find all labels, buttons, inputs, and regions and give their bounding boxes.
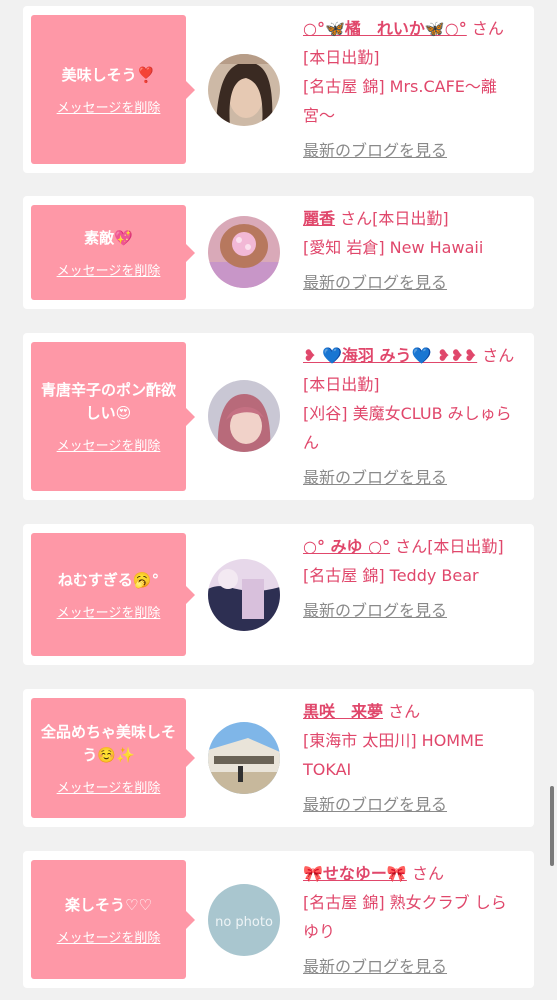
- message-card: 青唐辛子のポン酢欲しい😍 メッセージを削除 ❥ 💙海羽 みう💙 ❥❥❥ さん [本…: [23, 333, 534, 500]
- message-text: ねむすぎる🥱°: [57, 570, 160, 589]
- profile-info: 麗香 さん[本日出勤] [愛知 岩倉] New Hawaii 最新のブログを見る: [303, 204, 521, 297]
- honorific: さん: [471, 19, 504, 38]
- scrollbar[interactable]: [550, 786, 554, 866]
- message-text: 美味しそう❣️: [61, 65, 156, 84]
- latest-blog-link[interactable]: 最新のブログを見る: [303, 136, 447, 165]
- honorific: さん: [388, 702, 421, 721]
- honorific: さん: [411, 864, 444, 883]
- profile-info: 黒咲 来夢 さん [東海市 太田川] HOMME TOKAI 最新のブログを見る: [303, 697, 521, 819]
- message-bubble: 全品めちゃ美味しそう☺️✨ メッセージを削除: [31, 698, 195, 818]
- status-text: [本日出勤]: [372, 209, 449, 228]
- message-card: 楽しそう♡♡ メッセージを削除 no photo 🎀せなゆー🎀 さん [名古屋 …: [23, 851, 534, 988]
- message-text: 全品めちゃ美味しそう☺️✨: [40, 722, 176, 764]
- latest-blog-link[interactable]: 最新のブログを見る: [303, 463, 447, 492]
- message-text: 青唐辛子のポン酢欲しい😍: [40, 381, 176, 422]
- message-text: 素敵💖: [84, 228, 133, 247]
- message-bubble: 美味しそう❣️ メッセージを削除: [31, 15, 195, 164]
- location-text: [愛知 岩倉] New Hawaii: [303, 238, 484, 257]
- profile-info: ○° みゆ ○° さん[本日出勤] [名古屋 錦] Teddy Bear 最新の…: [303, 532, 521, 625]
- location-text: [刈谷] 美魔女CLUB みしゅらん: [303, 404, 512, 452]
- location-text: [東海市 太田川] HOMME TOKAI: [303, 731, 485, 779]
- message-card: 素敵💖 メッセージを削除 麗香 さん[本日出勤] [愛知 岩倉] New Haw…: [23, 196, 534, 309]
- delete-message-link[interactable]: メッセージを削除: [57, 260, 161, 279]
- avatar[interactable]: no photo: [208, 884, 280, 956]
- message-bubble: 楽しそう♡♡ メッセージを削除: [31, 860, 195, 979]
- delete-message-link[interactable]: メッセージを削除: [57, 927, 161, 946]
- delete-message-link[interactable]: メッセージを削除: [57, 602, 161, 621]
- honorific: さん: [482, 346, 515, 365]
- location-text: [名古屋 錦] 熟女クラブ しらゆり: [303, 893, 507, 941]
- message-bubble: ねむすぎる🥱° メッセージを削除: [31, 533, 195, 656]
- avatar[interactable]: [208, 54, 280, 126]
- profile-name-link[interactable]: ○° みゆ ○°: [303, 537, 390, 556]
- honorific: さん: [395, 537, 428, 556]
- message-text: 楽しそう♡♡: [65, 895, 152, 914]
- profile-name-link[interactable]: 麗香: [303, 209, 335, 228]
- profile-info: ○°🦋橘 れいか🦋○° さん [本日出勤] [名古屋 錦] Mrs.CAFE〜離宮…: [303, 14, 521, 165]
- profile-info: 🎀せなゆー🎀 さん [名古屋 錦] 熟女クラブ しらゆり 最新のブログを見る: [303, 859, 521, 981]
- profile-name-link[interactable]: ❥ 💙海羽 みう💙 ❥❥❥: [303, 346, 477, 365]
- avatar[interactable]: [208, 559, 280, 631]
- delete-message-link[interactable]: メッセージを削除: [57, 777, 161, 796]
- latest-blog-link[interactable]: 最新のブログを見る: [303, 268, 447, 297]
- latest-blog-link[interactable]: 最新のブログを見る: [303, 952, 447, 981]
- message-bubble: 素敵💖 メッセージを削除: [31, 205, 195, 300]
- status-text: [本日出勤]: [303, 375, 380, 394]
- no-photo-text: no photo: [215, 915, 273, 930]
- message-card: 全品めちゃ美味しそう☺️✨ メッセージを削除 黒咲 来夢 さん [東海市 太田川…: [23, 689, 534, 827]
- avatar[interactable]: [208, 722, 280, 794]
- avatar[interactable]: [208, 216, 280, 288]
- latest-blog-link[interactable]: 最新のブログを見る: [303, 790, 447, 819]
- profile-name-link[interactable]: ○°🦋橘 れいか🦋○°: [303, 19, 467, 38]
- honorific: さん: [340, 209, 373, 228]
- location-text: [名古屋 錦] Mrs.CAFE〜離宮〜: [303, 77, 497, 125]
- latest-blog-link[interactable]: 最新のブログを見る: [303, 596, 447, 625]
- status-text: [本日出勤]: [303, 48, 380, 67]
- location-text: [名古屋 錦] Teddy Bear: [303, 566, 479, 585]
- delete-message-link[interactable]: メッセージを削除: [57, 435, 161, 454]
- profile-name-link[interactable]: 黒咲 来夢: [303, 702, 383, 721]
- message-bubble: 青唐辛子のポン酢欲しい😍 メッセージを削除: [31, 342, 195, 491]
- profile-name-link[interactable]: 🎀せなゆー🎀: [303, 864, 407, 883]
- message-card: 美味しそう❣️ メッセージを削除 ○°🦋橘 れいか🦋○° さん [本日出勤] [名…: [23, 6, 534, 173]
- profile-info: ❥ 💙海羽 みう💙 ❥❥❥ さん [本日出勤] [刈谷] 美魔女CLUB みしゅら…: [303, 341, 521, 492]
- status-text: [本日出勤]: [427, 537, 504, 556]
- message-card: ねむすぎる🥱° メッセージを削除 ○° みゆ ○° さん[本日出勤] [名古屋 …: [23, 524, 534, 665]
- avatar[interactable]: [208, 380, 280, 452]
- delete-message-link[interactable]: メッセージを削除: [57, 97, 161, 116]
